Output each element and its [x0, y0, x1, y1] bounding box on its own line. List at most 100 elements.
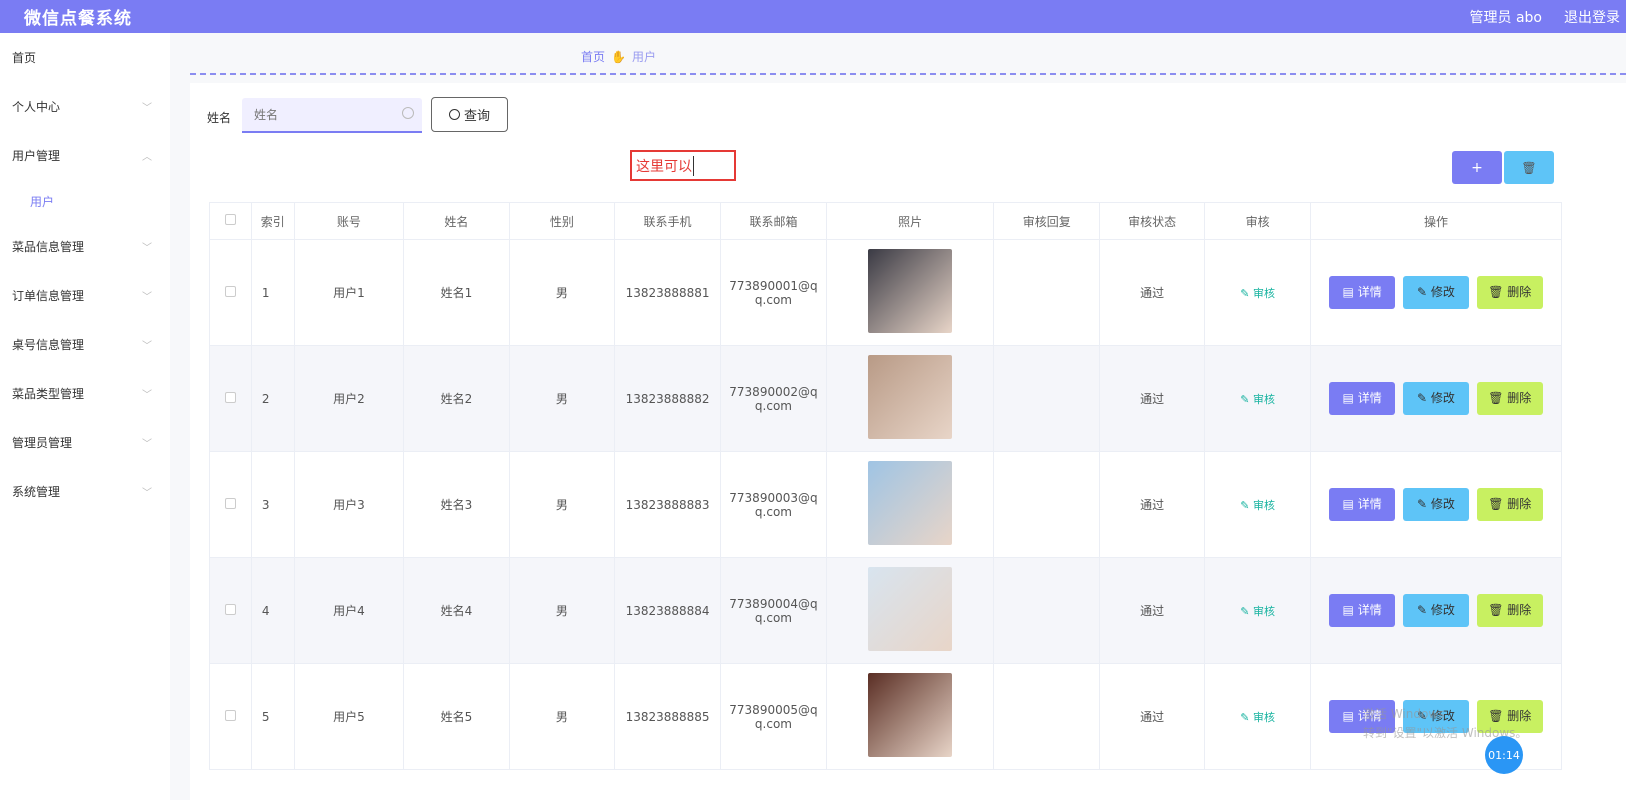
cell-actions: ▤ 详情 ✎ 修改 🗑 删除: [1309, 557, 1563, 664]
sidebar-item-label: 管理员管理: [12, 436, 73, 450]
row-checkbox[interactable]: [224, 285, 236, 297]
delete-button[interactable]: 🗑 删除: [1476, 276, 1543, 309]
sidebar-item-dish-type[interactable]: 菜品类型管理 ﹀: [0, 369, 170, 418]
user-photo[interactable]: [868, 355, 953, 439]
search-input[interactable]: [242, 98, 422, 133]
detail-button[interactable]: ▤ 详情: [1329, 488, 1396, 521]
select-all-checkbox[interactable]: [224, 214, 236, 225]
sidebar-item-label: 订单信息管理: [12, 289, 85, 303]
audit-label: 审核: [1253, 604, 1276, 618]
email-part: 773890002@q: [729, 384, 818, 399]
audit-label: 审核: [1253, 710, 1276, 724]
cell-reply: [993, 451, 1100, 558]
app-title: 微信点餐系统: [24, 9, 132, 29]
sidebar-item-order-info[interactable]: 订单信息管理 ﹀: [0, 271, 170, 320]
sidebar-item-label: 个人中心: [12, 100, 61, 114]
query-button[interactable]: 查询: [431, 97, 508, 132]
row-checkbox[interactable]: [224, 603, 236, 615]
detail-button[interactable]: ▤ 详情: [1329, 594, 1396, 627]
cell-photo: [825, 451, 995, 558]
cell-photo: [825, 239, 995, 346]
audit-label: 审核: [1253, 498, 1276, 512]
cell-email: 773890005@q q.com: [720, 663, 827, 770]
row-checkbox[interactable]: [224, 497, 236, 509]
cell-name: 姓名5: [403, 663, 510, 770]
delete-label: 删除: [1507, 603, 1532, 617]
user-photo[interactable]: [868, 249, 953, 333]
edit-button[interactable]: ✎ 修改: [1402, 382, 1469, 415]
sidebar-item-system-management[interactable]: 系统管理 ﹀: [0, 467, 170, 516]
cell-audit: ✎ 审核: [1204, 239, 1311, 346]
email-part: 773890001@q: [729, 278, 818, 293]
column-header: 操作: [1309, 202, 1563, 240]
column-header: 姓名: [403, 202, 510, 240]
cell-actions: ▤ 详情 ✎ 修改 🗑 删除: [1309, 451, 1563, 558]
logout-link[interactable]: 退出登录: [1564, 7, 1620, 27]
select-all-cell: [209, 202, 252, 240]
cell-name: 姓名3: [403, 451, 510, 558]
cell-gender: 男: [508, 345, 616, 452]
cell-account: 用户3: [293, 451, 405, 558]
detail-button[interactable]: ▤ 详情: [1329, 382, 1396, 415]
chevron-down-icon: ﹀: [142, 243, 152, 254]
table-row: 4 用户4 姓名4 男 13823888884 773890004@q q.com…: [209, 557, 1563, 664]
top-bar: 微信点餐系统 管理员 abo 退出登录: [0, 0, 1626, 33]
edit-button[interactable]: ✎ 修改: [1402, 594, 1469, 627]
email-part: 773890003@q: [729, 490, 818, 505]
cell-reply: [993, 663, 1100, 770]
detail-label: 详情: [1357, 603, 1382, 617]
chevron-down-icon: ﹀: [142, 390, 152, 401]
sidebar-item-dish-info[interactable]: 菜品信息管理 ﹀: [0, 222, 170, 271]
user-photo[interactable]: [868, 461, 953, 545]
sidebar-subitem-users[interactable]: 用户: [0, 180, 170, 222]
sidebar-item-user-management[interactable]: 用户管理 ︿: [0, 131, 170, 180]
add-button[interactable]: +: [1452, 151, 1502, 184]
watermark-line: 激活 Windows: [1363, 707, 1445, 721]
cell-status: 通过: [1098, 345, 1206, 452]
edit-label: 修改: [1430, 391, 1455, 405]
edit-button[interactable]: ✎ 修改: [1402, 276, 1469, 309]
search-label: 姓名: [207, 111, 232, 125]
delete-label: 删除: [1507, 391, 1532, 405]
delete-button[interactable]: 🗑 删除: [1476, 488, 1543, 521]
audit-link[interactable]: ✎ 审核: [1240, 287, 1275, 300]
audit-link[interactable]: ✎ 审核: [1240, 605, 1275, 618]
email-part: 773890005@q: [729, 702, 818, 717]
row-checkbox[interactable]: [224, 391, 236, 403]
cell-phone: 13823888883: [614, 451, 721, 558]
cell-audit: ✎ 审核: [1204, 451, 1311, 558]
cell-reply: [993, 239, 1100, 346]
row-select-cell: [209, 557, 252, 664]
cell-gender: 男: [508, 557, 616, 664]
cell-photo: [825, 557, 995, 664]
annotation-textbox[interactable]: 这里可以: [630, 150, 736, 181]
detail-label: 详情: [1357, 285, 1382, 299]
email-part: q.com: [754, 610, 792, 625]
batch-delete-button[interactable]: 🗑: [1504, 151, 1554, 184]
sidebar-item-table-info[interactable]: 桌号信息管理 ﹀: [0, 320, 170, 369]
table-row: 2 用户2 姓名2 男 13823888882 773890002@q q.com…: [209, 345, 1563, 452]
sidebar-item-admin-management[interactable]: 管理员管理 ﹀: [0, 418, 170, 467]
breadcrumb-home[interactable]: 首页: [581, 48, 605, 65]
audit-link[interactable]: ✎ 审核: [1240, 499, 1275, 512]
sidebar-item-home[interactable]: 首页: [0, 33, 170, 82]
edit-button[interactable]: ✎ 修改: [1402, 488, 1469, 521]
row-checkbox[interactable]: [224, 709, 236, 721]
delete-button[interactable]: 🗑 删除: [1476, 594, 1543, 627]
user-photo[interactable]: [868, 673, 953, 757]
user-photo[interactable]: [868, 567, 953, 651]
cell-index: 3: [250, 451, 295, 558]
admin-name[interactable]: 管理员 abo: [1470, 7, 1542, 27]
detail-button[interactable]: ▤ 详情: [1329, 276, 1396, 309]
column-header: 联系手机: [614, 202, 721, 240]
floating-clock-badge[interactable]: 01:14: [1485, 736, 1523, 774]
cell-status: 通过: [1098, 557, 1206, 664]
cell-index: 5: [250, 663, 295, 770]
sidebar-item-personal-center[interactable]: 个人中心 ﹀: [0, 82, 170, 131]
audit-link[interactable]: ✎ 审核: [1240, 393, 1275, 406]
delete-button[interactable]: 🗑 删除: [1476, 382, 1543, 415]
audit-link[interactable]: ✎ 审核: [1240, 711, 1275, 724]
column-header: 审核状态: [1098, 202, 1206, 240]
cell-phone: 13823888881: [614, 239, 721, 346]
search-icon: [448, 109, 460, 120]
